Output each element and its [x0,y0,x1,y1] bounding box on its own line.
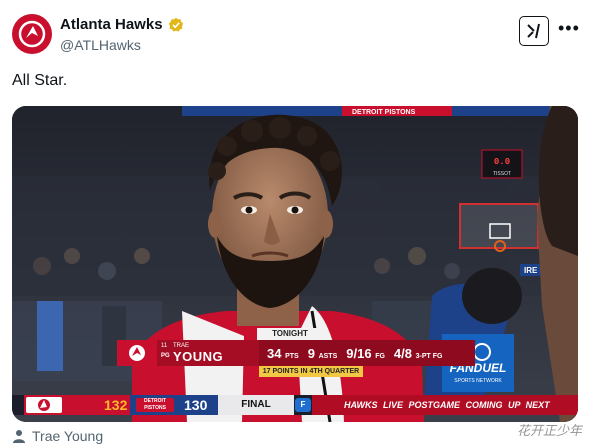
team-a-block: 132 [24,395,130,415]
post-text: All Star. [12,72,68,89]
player-position: PG [161,353,170,359]
hawks-logo-icon [26,397,62,413]
tagged-people-row[interactable]: Trae Young [12,428,103,444]
tonight-tag: TONIGHT [257,328,323,340]
slash-logo-icon [527,23,540,39]
stat-assists: 9 ASTS [307,345,338,361]
tagged-person-name[interactable]: Trae Young [32,428,103,444]
network-logo-icon: F [295,398,311,412]
player-number: 11 [161,343,168,349]
stat-three-pointers: 4/8 3-PT FG [393,345,443,361]
more-options-icon[interactable]: ••• [558,18,580,39]
game-status: FINAL [218,395,294,415]
player-stat-lower-third: 11 PG TRAE YOUNG 34 PTS 9 ASTS 9/16 FG 4… [117,340,475,366]
avatar[interactable] [12,14,52,54]
author-handle[interactable]: @ATLHawks [60,37,141,53]
player-name-block: 11 PG TRAE YOUNG [157,340,259,366]
post-header: Atlanta Hawks @ATLHawks ••• [0,0,590,62]
shot-clock-readout: 0.0 [494,157,510,167]
stat-points: 34 PTS [267,345,299,361]
shot-clock-brand: TISSOT [493,171,511,177]
hawks-logo-icon [18,20,46,48]
team-b-block: DETROIT PISTONS 130 [130,395,218,415]
post-media-video[interactable]: DETROIT PISTONS 0.0 TISSOT IRE FANDUEL S… [12,106,578,422]
watermark-text: 花开正少年 [516,424,582,439]
postgame-promo: HAWKS LIVE POSTGAME COMING UP NEXT [312,395,578,415]
team-b-score: 130 [184,397,208,413]
person-icon [13,430,25,443]
author-name-row: Atlanta Hawks [60,16,184,33]
player-last-name: YOUNG [173,349,224,364]
author-display-name[interactable]: Atlanta Hawks [60,16,163,33]
grok-icon[interactable] [519,16,549,46]
gold-verified-check-icon [168,17,183,32]
stat-note-banner: 17 POINTS IN 4TH QUARTER [259,366,363,377]
arena-banner-text: DETROIT PISTONS [352,109,416,116]
stat-field-goals: 9/16 FG [346,345,385,361]
mic-sub-text: SPORTS NETWORK [454,378,502,384]
scoreboard-bar: 132 DETROIT PISTONS 130 FINAL F HAWKS LI… [12,395,578,415]
hawks-logo-icon [117,340,157,366]
player-stat-values: 34 PTS 9 ASTS 9/16 FG 4/8 3-PT FG [259,340,475,366]
pistons-logo-label: DETROIT PISTONS [136,398,174,412]
team-a-score: 132 [104,397,128,413]
arena-ad-text: IRE [524,266,538,275]
